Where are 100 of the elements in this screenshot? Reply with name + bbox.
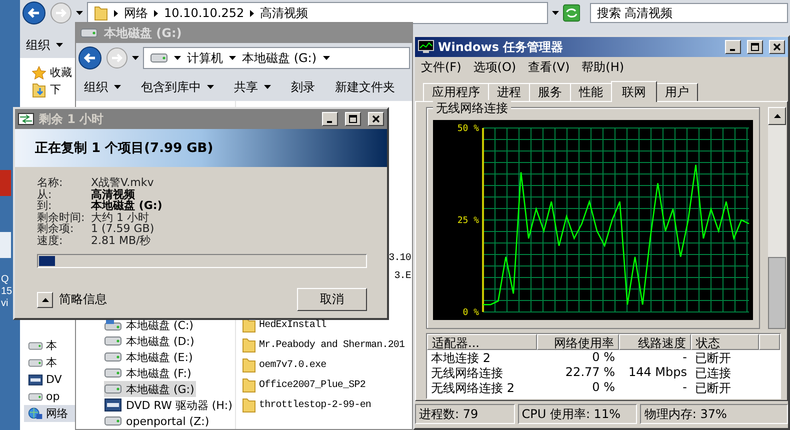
details-toggle-label[interactable]: 简略信息 (59, 291, 107, 308)
copy-icon (18, 113, 34, 125)
drive-icon (104, 336, 122, 346)
table-cell-text: 0 % (591, 380, 616, 395)
search-field[interactable]: 搜索 高清视频 (590, 3, 788, 23)
column-header[interactable]: 状态 (691, 334, 759, 350)
menu-item[interactable]: 选项(O) (473, 58, 516, 76)
table-cell-text: 无线网络连接 2 (430, 380, 516, 395)
address-bar[interactable]: 网络 10.10.10.252 高清视频 (87, 2, 548, 24)
scrollbar[interactable] (768, 107, 786, 329)
caret-icon (114, 85, 121, 89)
breadcrumb[interactable]: 高清视频 (260, 4, 308, 22)
caret-icon (174, 56, 181, 60)
file-name[interactable]: Office2007_Plue_SP2 (259, 380, 366, 390)
folder-icon (242, 377, 256, 393)
column-header[interactable]: 线路速度 (619, 334, 691, 350)
sidebar-item[interactable]: 本 (46, 355, 57, 370)
table-cell-text: 22.77 % (564, 365, 616, 380)
table-cell-text: 本地连接 2 (430, 350, 492, 365)
table-cell-text: - (682, 350, 688, 365)
detail-value: 2.81 MB/秒 (91, 234, 152, 246)
menu-item[interactable]: 文件(F) (421, 58, 462, 76)
drive-icon (104, 319, 122, 331)
tab[interactable]: 联网 (611, 81, 657, 102)
close-icon (372, 115, 380, 123)
desktop-icon-label[interactable]: Q (1, 274, 9, 286)
details-toggle-button[interactable] (37, 292, 53, 308)
drive-item[interactable]: 本地磁盘 (E:) (104, 349, 195, 365)
file-name[interactable]: throttlestop-2-99-en (259, 400, 372, 410)
file-name[interactable]: HedExInstall (259, 320, 326, 330)
close-button[interactable] (368, 112, 384, 126)
sidebar-item[interactable]: 下 (50, 82, 61, 97)
caret-icon (154, 10, 158, 16)
y-tick-label: 50 % (457, 124, 479, 134)
folder-icon (242, 317, 256, 333)
file-name[interactable]: 3.E (394, 271, 411, 282)
drive-item[interactable]: openportal (Z:) (104, 413, 212, 429)
maximize-button[interactable] (747, 40, 763, 54)
column-header[interactable]: 网络使用率 (537, 334, 619, 350)
tab[interactable]: 用户 (656, 83, 698, 101)
status-text: 进程数: 79 (415, 404, 515, 424)
toolbar-menu[interactable]: 共享 (234, 78, 258, 96)
drive-item[interactable]: 本地磁盘 (G:) (104, 381, 196, 397)
tab[interactable]: 服务 (529, 83, 571, 101)
toolbar-menu[interactable]: 刻录 (291, 78, 315, 96)
desktop-icon-label[interactable]: vi (1, 298, 8, 310)
file-name[interactable]: Mr.Peabody and Sherman.201 (259, 340, 405, 350)
drive-icon (28, 392, 43, 402)
drive-item[interactable]: 本地磁盘 (F:) (104, 365, 194, 381)
column-header[interactable] (759, 334, 780, 350)
detail-label: 名称: (37, 177, 64, 188)
column-header[interactable]: 适配器... (427, 334, 537, 350)
tab[interactable]: 应用程序 (423, 83, 489, 101)
menu-item[interactable]: 帮助(H) (582, 58, 624, 76)
address-bar[interactable]: 计算机 本地磁盘 (G:) (143, 47, 410, 69)
refresh-button[interactable] (562, 4, 580, 22)
window-title: Windows 任务管理器 (438, 38, 564, 56)
breadcrumb[interactable]: 网络 (124, 4, 148, 22)
tab[interactable]: 性能 (570, 83, 612, 101)
back-button[interactable] (78, 46, 102, 70)
minimize-button[interactable] (725, 40, 741, 54)
caret-icon (229, 56, 236, 60)
maximize-button[interactable] (345, 112, 361, 126)
file-name[interactable]: 3.10 (388, 253, 411, 264)
drive-item[interactable]: 本地磁盘 (D:) (104, 333, 196, 349)
file-name[interactable]: oem7v7.0.exe (259, 360, 326, 370)
toolbar-menu[interactable]: 组织 (84, 78, 108, 96)
sidebar-item[interactable]: DV (46, 373, 62, 386)
caret-icon (132, 56, 139, 60)
menu-item[interactable]: 查看(V) (528, 58, 570, 76)
breadcrumb[interactable]: 计算机 (187, 50, 223, 66)
back-button[interactable] (22, 1, 46, 25)
toolbar-menu[interactable]: 新建文件夹 (335, 78, 395, 96)
desktop-icon-label[interactable]: 15 (1, 286, 12, 298)
table-cell-text: 已断开 (694, 380, 732, 395)
table-cell-text: 无线网络连接 (430, 365, 504, 380)
detail-value: 高清视频 (91, 188, 136, 200)
dropdown-icon (552, 11, 559, 15)
scroll-up-button[interactable] (768, 107, 786, 125)
scroll-thumb[interactable] (768, 257, 786, 329)
caret-icon (76, 11, 83, 15)
sidebar-item[interactable]: op (46, 390, 60, 403)
table-cell-text: 已断开 (694, 350, 732, 365)
breadcrumb[interactable]: 10.10.10.252 (164, 6, 244, 20)
toolbar-menu[interactable]: 组织 (26, 36, 50, 54)
minimize-button[interactable] (322, 112, 338, 126)
caret-icon (114, 10, 118, 16)
maximize-icon (349, 115, 357, 123)
drive-item[interactable]: DVD RW 驱动器 (H:) (104, 397, 234, 413)
breadcrumb[interactable]: 本地磁盘 (G:) (242, 50, 317, 66)
folder-icon (242, 397, 256, 413)
close-button[interactable] (769, 40, 785, 54)
sidebar-item[interactable]: 本 (46, 338, 57, 353)
tab[interactable]: 进程 (488, 83, 530, 101)
toolbar-menu[interactable]: 包含到库中 (141, 78, 201, 96)
detail-value: 1 (7.59 GB) (91, 223, 156, 234)
cancel-button[interactable]: 取消 (297, 288, 367, 311)
sidebar-item[interactable]: 收藏 (50, 65, 72, 80)
detail-label: 速度: (37, 234, 64, 246)
drive-icon (28, 358, 43, 368)
